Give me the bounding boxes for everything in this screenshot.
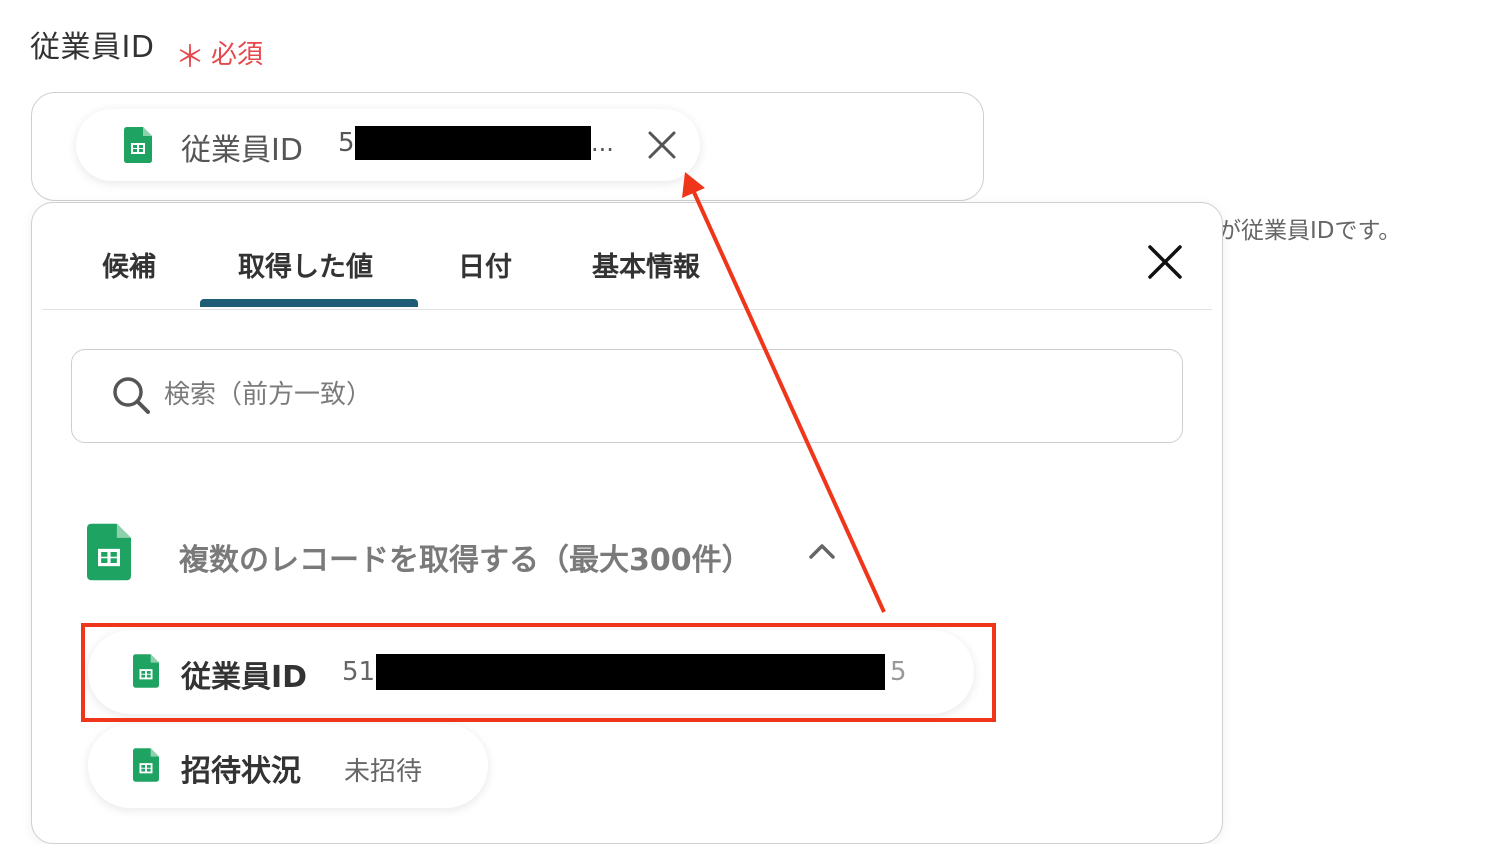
- required-indicator: ＊必須: [175, 28, 264, 75]
- tab-retrieved-values[interactable]: 取得した値: [238, 245, 373, 284]
- field-helper-text: が従業員IDです。: [1218, 218, 1402, 244]
- google-sheets-icon: [124, 127, 152, 163]
- group-header-get-records[interactable]: 複数のレコードを取得する（最大300件）: [87, 523, 847, 585]
- tab-basic-info[interactable]: 基本情報: [592, 245, 700, 284]
- field-label: 従業員ID: [30, 30, 155, 65]
- required-asterisk: ＊: [175, 40, 205, 75]
- search-icon: [112, 376, 152, 420]
- tab-divider: [42, 309, 1212, 310]
- google-sheets-icon: [87, 523, 131, 585]
- active-tab-indicator: [200, 299, 418, 307]
- chip-value-ellipsis: ...: [591, 129, 614, 157]
- tab-date[interactable]: 日付: [458, 245, 512, 284]
- value-picker-popup: 候補 取得した値 日付 基本情報 検索（前方一致） 複数のレコードを取得する（最…: [31, 202, 1223, 844]
- remove-chip-close-icon[interactable]: [646, 129, 678, 161]
- group-title: 複数のレコードを取得する（最大300件）: [179, 543, 752, 578]
- search-box[interactable]: [71, 349, 1183, 443]
- chip-label: 従業員ID: [181, 133, 303, 168]
- chip-value: 5: [338, 128, 355, 158]
- search-input[interactable]: [162, 372, 1066, 418]
- list-item-invitation-status[interactable]: 招待状況 未招待: [88, 724, 488, 808]
- close-popup-icon[interactable]: [1146, 243, 1184, 281]
- chevron-up-icon[interactable]: [807, 541, 837, 565]
- annotation-highlight-box: [81, 623, 996, 722]
- google-sheets-icon: [133, 748, 159, 786]
- selected-value-chip[interactable]: 従業員ID 5 ...: [76, 109, 700, 181]
- tab-candidates[interactable]: 候補: [102, 245, 156, 284]
- item-value: 未招待: [344, 757, 423, 787]
- required-label: 必須: [211, 40, 264, 70]
- redaction-bar: [355, 126, 591, 160]
- item-label: 招待状況: [181, 754, 301, 789]
